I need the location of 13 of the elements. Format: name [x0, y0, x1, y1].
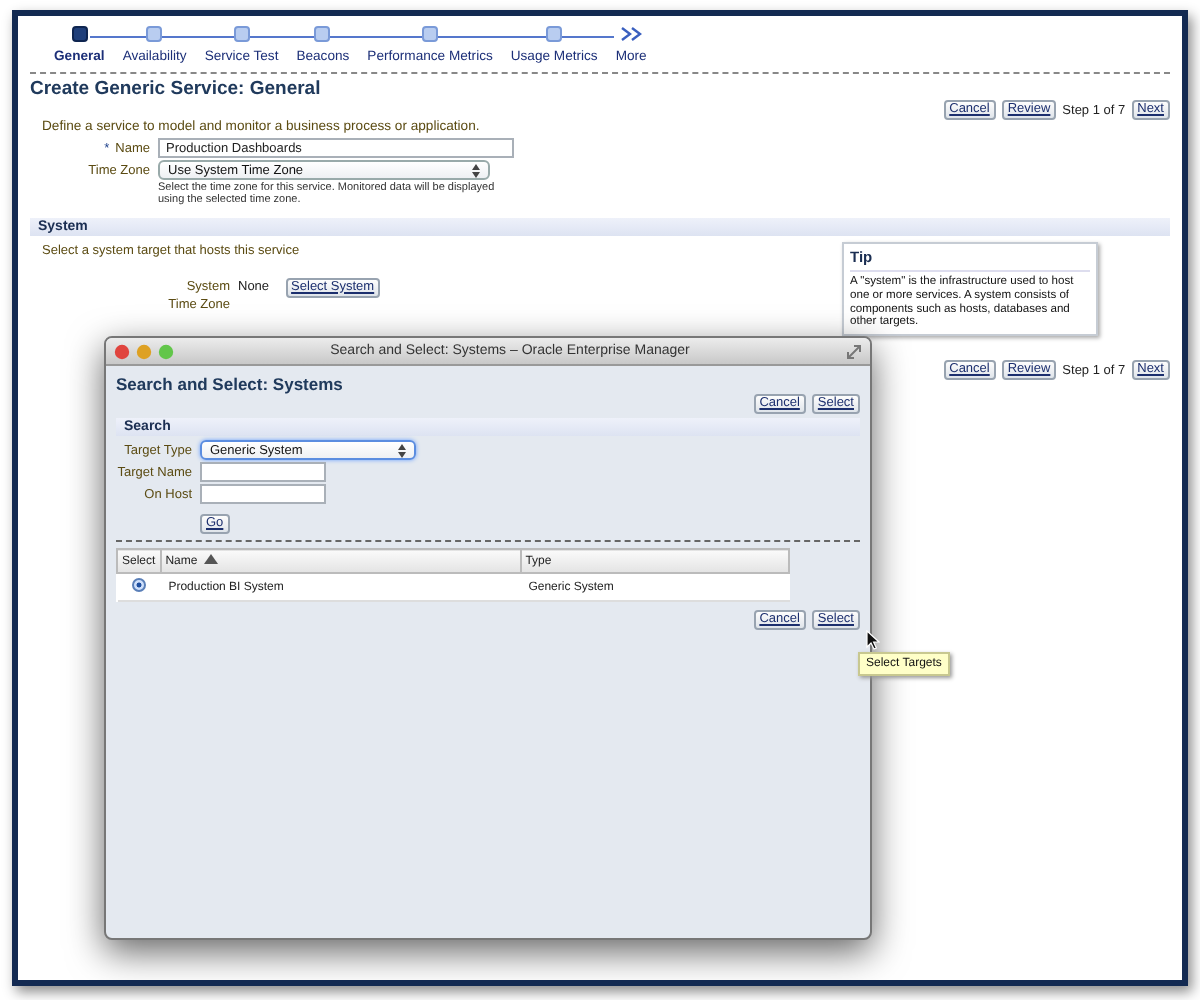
radio-button[interactable]	[131, 578, 146, 592]
dialog-title: Search and Select: Systems	[116, 374, 345, 394]
updown-arrows-icon	[472, 163, 480, 177]
input-field[interactable]	[200, 484, 326, 504]
resize-icon[interactable]	[846, 343, 862, 359]
minimize-icon[interactable]	[136, 343, 152, 359]
zoom-icon[interactable]	[158, 343, 174, 359]
page-title: Create Generic Service: General	[30, 78, 323, 100]
double-chevron-icon	[619, 26, 644, 42]
close-icon[interactable]	[114, 343, 130, 359]
updown-arrows-icon	[398, 443, 406, 457]
cursor-icon	[866, 630, 880, 650]
input-field[interactable]	[200, 462, 326, 482]
